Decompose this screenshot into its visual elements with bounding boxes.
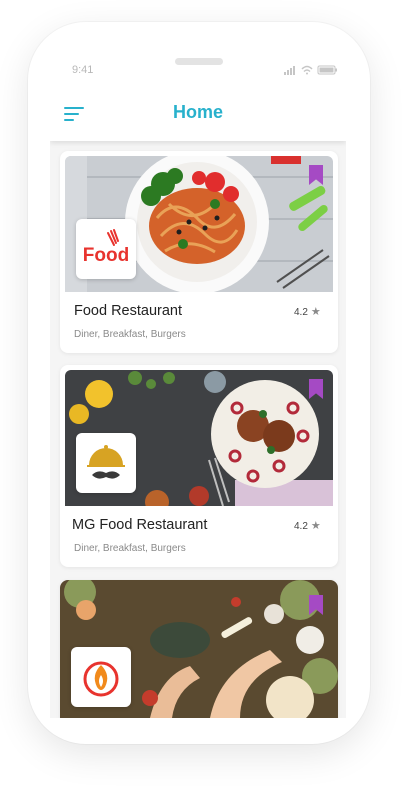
restaurant-logo: Food (76, 219, 136, 279)
restaurant-card[interactable]: Food Food Restaurant 4.2 ★ Diner, Breakfa… (60, 151, 338, 353)
battery-icon (317, 65, 337, 75)
page-title: Home (172, 102, 223, 122)
signal-icon (284, 66, 295, 75)
restaurant-logo (71, 647, 131, 707)
restaurant-name: Food Restaurant (74, 303, 183, 319)
star-icon: ★ (310, 306, 321, 318)
restaurant-card[interactable]: MG Food Restaurant 4.2 ★ Diner, Breakfast… (60, 365, 338, 567)
logo-text: Food (83, 245, 129, 266)
restaurant-card[interactable] (60, 580, 338, 718)
app-bar: Home (50, 75, 346, 141)
restaurant-tags: Diner, Breakfast, Burgers (74, 329, 186, 340)
restaurant-rating: 4.2 ★ (294, 305, 321, 318)
restaurant-name: MG Food Restaurant (72, 517, 208, 533)
app-screen: Home Food Food Restaurant 4.2 ★ Diner, B… (50, 75, 346, 718)
restaurant-rating: 4.2 ★ (294, 519, 321, 532)
wifi-icon (301, 65, 313, 75)
phone-speaker (175, 58, 223, 65)
star-icon: ★ (310, 520, 321, 532)
rating-value: 4.2 (294, 521, 308, 532)
restaurant-logo (76, 433, 136, 493)
rating-value: 4.2 (294, 307, 308, 318)
restaurant-tags: Diner, Breakfast, Burgers (74, 543, 186, 554)
